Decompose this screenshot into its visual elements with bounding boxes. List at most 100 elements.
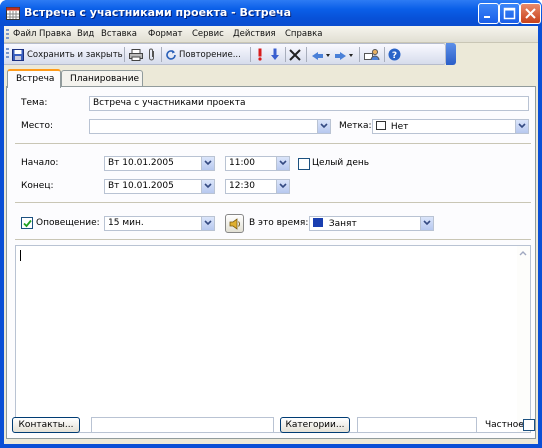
contacts-button[interactable]: Контакты... [12,417,80,433]
attach-button[interactable] [148,46,156,63]
end-time-dropdown-arrow[interactable] [276,180,289,193]
label-label: Метка: [339,121,372,131]
recurrence-icon [166,49,176,60]
delete-button[interactable] [289,46,301,63]
notes-body[interactable] [15,245,531,433]
end-date-dropdown-arrow[interactable] [201,180,214,193]
label-value: Нет [390,122,409,132]
tab-appointment[interactable]: Встреча [7,69,61,88]
minimize-button[interactable] [478,3,499,24]
label-dropdown-arrow[interactable] [515,120,528,133]
show-as-combo[interactable]: Занят [309,216,434,231]
save-and-close-button[interactable]: Сохранить и закрыть [12,46,123,63]
end-time-combo[interactable]: 12:30 [225,179,290,194]
close-icon [525,8,536,19]
private-label: Частное [485,420,524,430]
reminder-sound-button[interactable] [225,214,244,233]
menu-format[interactable]: Формат [148,29,183,39]
menu-actions[interactable]: Действия [233,29,276,39]
menu-help[interactable]: Справка [285,29,322,39]
chevron-down-icon [279,160,287,166]
recurrence-button[interactable]: Повторение... [165,46,241,63]
private-checkbox[interactable] [523,419,535,431]
toolbar-grip[interactable] [6,48,9,59]
maximize-icon [503,7,516,20]
menu-tools[interactable]: Сервис [192,29,224,39]
toolbar-separator [124,47,125,62]
start-time-combo[interactable]: 11:00 [225,156,290,171]
reminder-dropdown-arrow[interactable] [201,217,214,230]
sound-icon [229,218,240,230]
end-date-combo[interactable]: Вт 10.01.2005 [104,179,215,194]
chevron-down-icon [423,220,431,226]
start-date-value: Вт 10.01.2005 [108,158,174,168]
menu-edit[interactable]: Правка [39,29,71,39]
menu-view[interactable]: Вид [77,29,94,39]
next-item-button[interactable] [334,46,354,63]
importance-high-button[interactable] [256,46,264,63]
show-as-dropdown-arrow[interactable] [420,217,433,230]
minimize-icon [484,16,490,18]
subject-input[interactable]: Встреча с участниками проекта [89,96,529,111]
invite-attendees-icon [364,49,380,61]
delete-x-icon [289,48,301,61]
chevron-down-icon [204,160,212,166]
end-time-value: 12:30 [229,181,255,191]
label-combo[interactable]: Нет [372,119,529,134]
paperclip-icon [149,48,154,61]
categories-input[interactable] [357,417,477,433]
location-combo[interactable] [89,119,331,134]
reminder-label: Оповещение: [36,218,100,228]
toolbar-separator [359,47,360,62]
categories-button[interactable]: Категории... [280,417,350,433]
notes-scrollbar[interactable] [517,246,530,432]
title-bar[interactable]: Встреча с участниками проекта - Встреча [0,0,542,26]
svg-text:?: ? [392,51,397,61]
chevron-down-icon [518,123,526,129]
start-time-value: 11:00 [229,158,255,168]
help-icon: ? [388,48,401,61]
invite-attendees-button[interactable] [364,46,380,63]
close-button[interactable] [520,3,541,24]
divider [15,202,531,203]
save-and-close-label: Сохранить и закрыть [27,49,123,60]
standard-toolbar: Сохранить и закрыть Повторение... ? [4,43,446,65]
start-label: Начало: [21,158,59,168]
printer-icon [129,48,143,61]
chevron-down-icon [279,183,287,189]
location-dropdown-arrow[interactable] [317,120,330,133]
window-title: Встреча с участниками проекта - Встреча [24,6,292,19]
down-arrow-icon [271,48,279,60]
menu-grip[interactable] [6,29,9,40]
appointment-panel: Тема: Встреча с участниками проекта Мест… [6,86,536,439]
tab-strip: Встреча Планирование [4,69,538,88]
help-button[interactable]: ? [388,46,401,63]
reminder-checkbox[interactable] [21,217,33,229]
show-as-value: Занят [328,219,357,229]
chevron-down-icon [204,183,212,189]
tab-scheduling[interactable]: Планирование [61,70,143,87]
importance-low-button[interactable] [271,46,279,63]
toolbar-options-chevron[interactable] [446,43,456,65]
location-label: Место: [21,121,54,131]
start-time-dropdown-arrow[interactable] [276,157,289,170]
print-button[interactable] [129,46,143,63]
reminder-combo[interactable]: 15 мин. [104,216,215,231]
start-date-dropdown-arrow[interactable] [201,157,214,170]
scroll-up-icon[interactable] [519,250,527,256]
menu-file[interactable]: Файл [13,29,36,39]
start-date-combo[interactable]: Вт 10.01.2005 [104,156,215,171]
end-date-value: Вт 10.01.2005 [108,181,174,191]
previous-item-button[interactable] [311,46,331,63]
all-day-checkbox[interactable] [298,158,310,170]
reminder-value: 15 мин. [108,218,144,228]
checkmark-icon [23,219,32,228]
maximize-button[interactable] [499,3,520,24]
toolbar-separator [250,47,251,62]
previous-item-icon [312,51,330,60]
toolbar-separator [161,47,162,62]
menu-insert[interactable]: Вставка [101,29,137,39]
contacts-input[interactable] [91,417,274,433]
divider [15,239,531,240]
toolbar-separator [306,47,307,62]
